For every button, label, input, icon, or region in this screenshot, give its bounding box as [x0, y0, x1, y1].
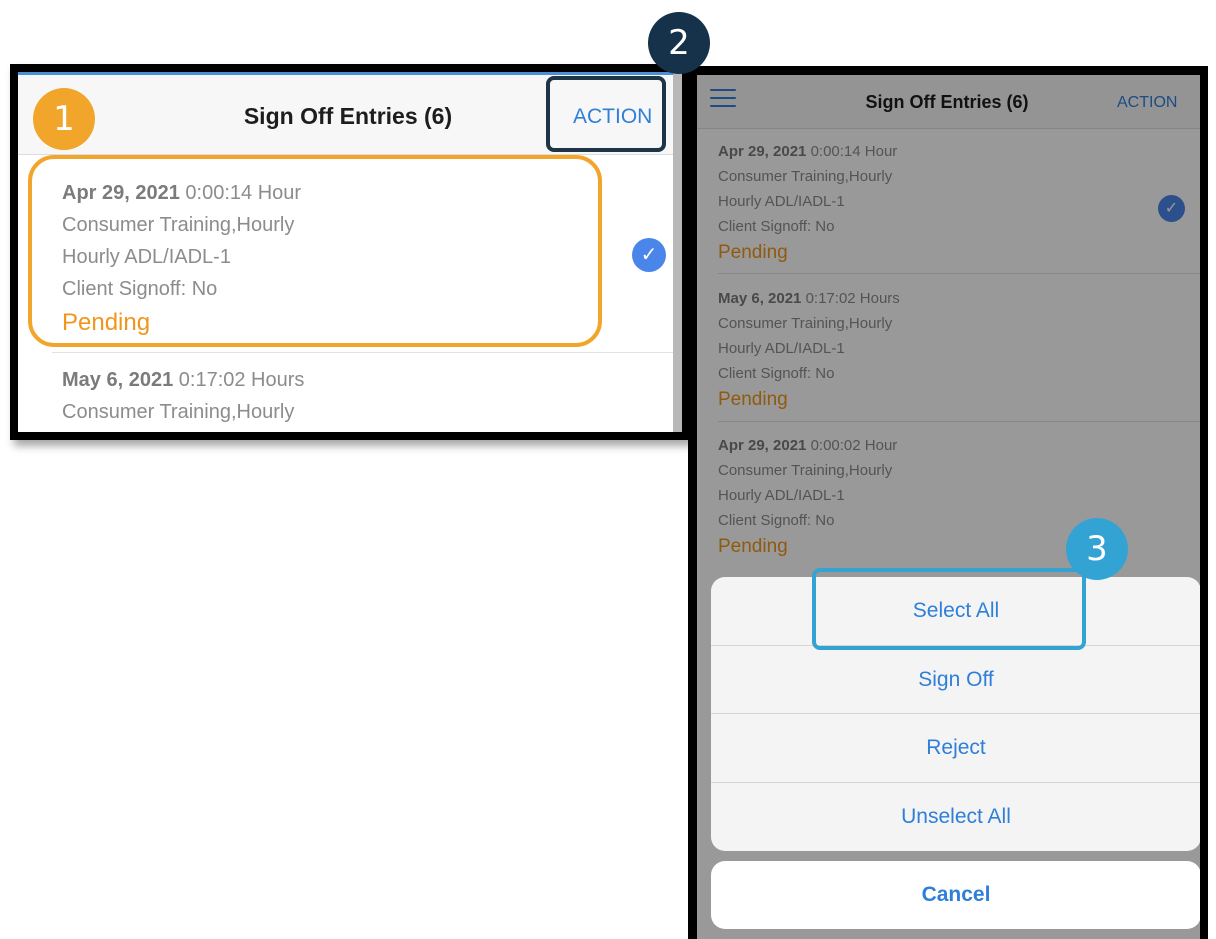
entry-code: Hourly ADL/IADL-1 [62, 428, 622, 432]
phone-screen: Sign Off Entries (6) ACTION Apr 29, 2021… [697, 75, 1200, 939]
select-all-highlight-box [812, 568, 1086, 650]
entry-highlight-box [28, 155, 602, 347]
phone-screenshot-panel: Sign Off Entries (6) ACTION Apr 29, 2021… [688, 66, 1208, 939]
entry-service: Consumer Training,Hourly [62, 401, 295, 423]
step-3-badge: 3 [1066, 518, 1128, 580]
cancel-button[interactable]: Cancel [711, 861, 1200, 929]
list-item-entry-2[interactable]: May 6, 2021 0:17:02 Hours Consumer Train… [62, 364, 622, 432]
entry-duration: 0:17:02 Hours [178, 369, 305, 391]
list-divider [52, 352, 673, 353]
unselect-all-option[interactable]: Unselect All [711, 783, 1200, 852]
step-2-badge: 2 [648, 12, 710, 74]
step-1-badge: 1 [33, 88, 95, 150]
reject-option[interactable]: Reject [711, 714, 1200, 783]
sign-off-option[interactable]: Sign Off [711, 646, 1200, 714]
checkmark-circle-icon[interactable]: ✓ [632, 238, 666, 272]
panel-edge [673, 72, 682, 432]
entry-date: May 6, 2021 [62, 369, 174, 391]
page-title: Sign Off Entries (6) [243, 103, 453, 129]
action-highlight-box [546, 76, 666, 152]
